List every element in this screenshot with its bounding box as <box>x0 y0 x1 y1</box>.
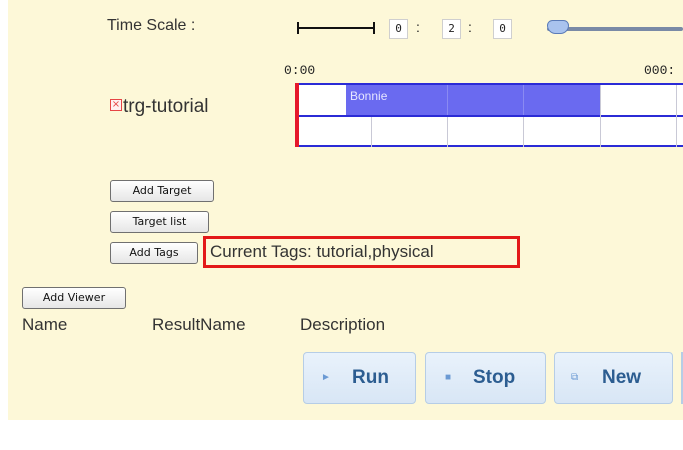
timeline-bar[interactable]: Bonnie <box>346 85 600 115</box>
time-scale-slider-thumb[interactable] <box>547 20 569 34</box>
grid-line <box>523 117 524 147</box>
grid-line <box>447 117 448 147</box>
app-root: Time Scale : 0 : 2 : 0 0:00 000: × trg-t… <box>0 0 683 450</box>
stop-button-label: Stop <box>473 367 516 388</box>
timeline-track[interactable]: Bonnie <box>295 83 683 147</box>
grid-line <box>600 85 601 147</box>
new-window-icon: ⧉ <box>571 372 579 383</box>
time-field-seconds[interactable]: 0 <box>493 19 512 39</box>
stop-button[interactable]: ■ Stop <box>425 352 546 404</box>
timeline-divider <box>298 115 683 117</box>
timeline-start-time: 0:00 <box>284 63 316 78</box>
time-field-minutes[interactable]: 2 <box>442 19 461 39</box>
time-field-hours[interactable]: 0 <box>389 19 408 39</box>
target-list-button[interactable]: Target list <box>110 211 209 233</box>
run-button[interactable]: ► Run <box>303 352 416 404</box>
current-tags: Current Tags: tutorial,physical <box>203 236 520 268</box>
time-separator: : <box>468 19 472 35</box>
grid-line <box>676 85 677 147</box>
run-button-label: Run <box>352 367 389 388</box>
play-icon: ► <box>321 372 331 383</box>
target-name[interactable]: trg-tutorial <box>123 96 209 118</box>
timeline-cursor[interactable] <box>295 83 299 147</box>
timeline-bar-label: Bonnie <box>350 89 388 103</box>
column-header-description: Description <box>300 315 386 334</box>
grid-line <box>523 85 524 115</box>
add-tags-button[interactable]: Add Tags <box>110 242 198 264</box>
grid-line <box>447 85 448 115</box>
close-icon[interactable]: × <box>110 99 122 111</box>
add-target-button[interactable]: Add Target <box>110 180 214 202</box>
timeline-end-time: 000: <box>644 63 676 78</box>
add-viewer-button[interactable]: Add Viewer <box>22 287 126 309</box>
time-separator: : <box>416 19 420 35</box>
new-button-label: New <box>602 367 642 388</box>
new-button[interactable]: ⧉ New <box>554 352 673 404</box>
time-scale-label: Time Scale : <box>107 17 196 34</box>
column-header-result-name: ResultName <box>152 315 246 334</box>
column-header-name: Name <box>22 315 68 334</box>
grid-line <box>371 117 372 147</box>
stop-icon: ■ <box>445 372 452 383</box>
